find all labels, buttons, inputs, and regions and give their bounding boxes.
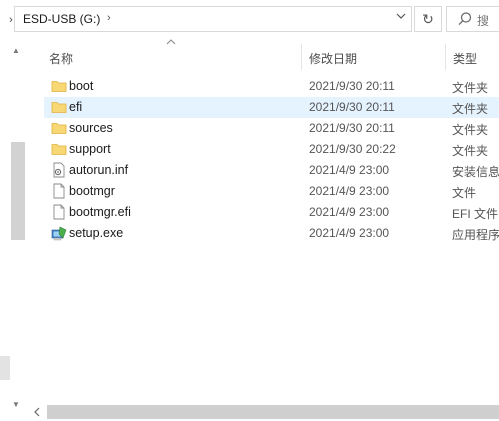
file-type: 安装信息	[452, 165, 499, 179]
file-type: 应用程序	[452, 228, 499, 242]
setup-info-icon	[53, 162, 65, 178]
folder-icon	[51, 81, 67, 92]
column-divider[interactable]	[301, 44, 302, 70]
nav-scrollbar-thumb[interactable]	[11, 142, 25, 240]
search-input[interactable]: 搜	[446, 6, 499, 32]
file-type: 文件夹	[452, 144, 489, 158]
file-name[interactable]: setup.exe	[69, 226, 123, 240]
refresh-button[interactable]: ↻	[414, 6, 442, 32]
file-date: 2021/9/30 20:11	[309, 100, 395, 114]
file-row[interactable]: autorun.inf 2021/4/9 23:00 安装信息	[44, 160, 499, 181]
file-name[interactable]: bootmgr	[69, 184, 115, 198]
search-icon	[458, 12, 472, 26]
column-header-date[interactable]: 修改日期	[309, 50, 357, 67]
column-header-name[interactable]: 名称	[49, 50, 73, 67]
file-date: 2021/9/30 20:11	[309, 79, 395, 93]
column-divider[interactable]	[445, 44, 446, 70]
file-row[interactable]: bootmgr 2021/4/9 23:00 文件	[44, 181, 499, 202]
file-name[interactable]: autorun.inf	[69, 163, 128, 177]
file-date: 2021/4/9 23:00	[309, 184, 390, 198]
file-date: 2021/4/9 23:00	[309, 163, 390, 177]
nav-scroll-up-icon[interactable]: ▲	[12, 46, 22, 56]
file-row[interactable]: sources 2021/9/30 20:11 文件夹	[44, 118, 499, 139]
search-placeholder: 搜	[477, 14, 490, 28]
nav-pane-item[interactable]	[0, 356, 10, 380]
horizontal-scrollbar-thumb[interactable]	[47, 405, 499, 419]
setup-exe-icon	[51, 226, 67, 241]
sort-ascending-icon	[166, 37, 176, 48]
folder-icon	[51, 123, 67, 134]
scroll-left-icon[interactable]	[34, 407, 40, 420]
refresh-icon: ↻	[422, 11, 434, 27]
column-header-type[interactable]: 类型	[453, 50, 477, 67]
address-path[interactable]: ESD-USB (G:)	[23, 12, 100, 26]
file-name[interactable]: boot	[69, 79, 93, 93]
file-icon	[53, 183, 65, 199]
file-row[interactable]: support 2021/9/30 20:22 文件夹	[44, 139, 499, 160]
address-bar[interactable]: ESD-USB (G:) ›	[14, 6, 412, 32]
file-date: 2021/4/9 23:00	[309, 226, 390, 240]
file-type: 文件夹	[452, 81, 489, 95]
file-type: 文件夹	[452, 123, 489, 137]
address-separator-icon[interactable]: ›	[107, 12, 111, 24]
file-row[interactable]: setup.exe 2021/4/9 23:00 应用程序	[44, 223, 499, 244]
folder-icon	[51, 144, 67, 155]
nav-scroll-down-icon[interactable]: ▼	[12, 400, 22, 410]
file-date: 2021/9/30 20:11	[309, 121, 395, 135]
file-row[interactable]: boot 2021/9/30 20:11 文件夹	[44, 76, 499, 97]
file-name[interactable]: bootmgr.efi	[69, 205, 131, 219]
file-type: 文件夹	[452, 102, 489, 116]
file-date: 2021/4/9 23:00	[309, 205, 390, 219]
folder-icon	[51, 102, 67, 113]
file-date: 2021/9/30 20:22	[309, 142, 396, 156]
file-name[interactable]: efi	[69, 100, 82, 114]
file-type: EFI 文件	[452, 207, 499, 221]
file-name[interactable]: support	[69, 142, 111, 156]
file-icon	[53, 204, 65, 220]
file-name[interactable]: sources	[69, 121, 113, 135]
file-type: 文件	[452, 186, 477, 200]
file-row-selected[interactable]: efi 2021/9/30 20:11 文件夹	[44, 97, 499, 118]
file-row[interactable]: bootmgr.efi 2021/4/9 23:00 EFI 文件	[44, 202, 499, 223]
address-dropdown-icon[interactable]	[391, 7, 411, 31]
